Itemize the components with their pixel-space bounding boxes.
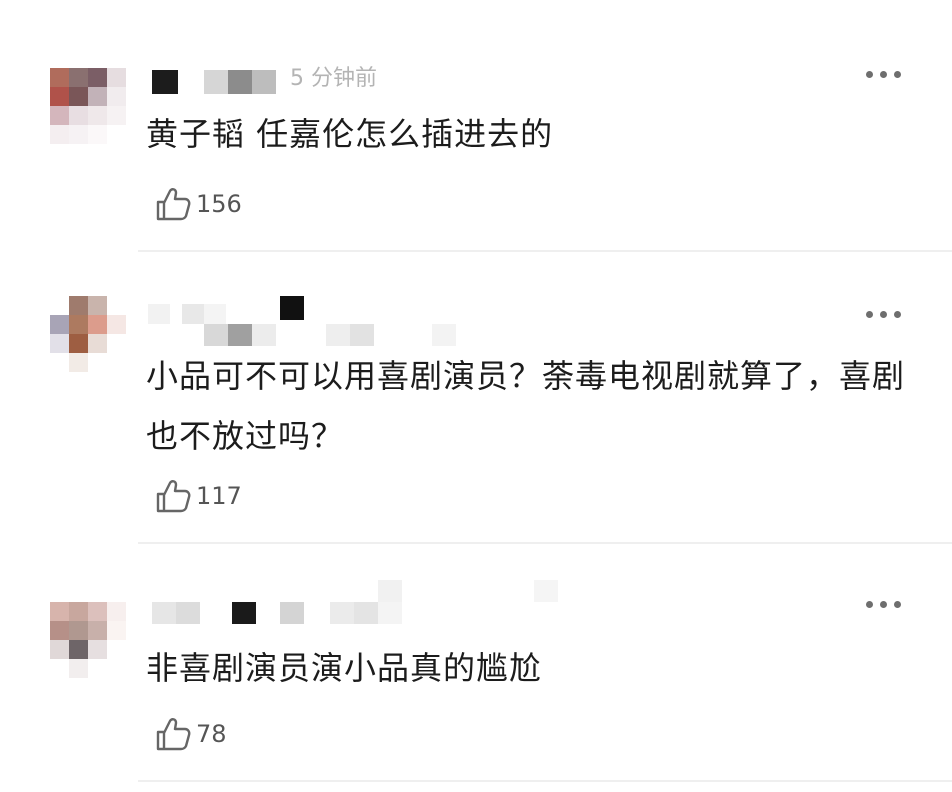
avatar-pixel: [50, 621, 69, 640]
avatar-pixel: [50, 87, 69, 106]
like-button[interactable]: 156: [154, 184, 242, 224]
redacted-block: [378, 602, 402, 624]
avatar-pixel: [69, 87, 88, 106]
redacted-block: [232, 602, 256, 624]
like-button[interactable]: 117: [154, 476, 242, 516]
avatar-pixel: [88, 125, 107, 144]
avatar-pixel: [107, 621, 126, 640]
redacted-block: [350, 324, 374, 346]
redacted-block: [280, 296, 304, 320]
avatar[interactable]: [50, 602, 126, 678]
redacted-block: [152, 602, 176, 624]
redacted-block: [534, 580, 558, 602]
username-redacted[interactable]: [148, 62, 608, 102]
avatar-pixel: [107, 296, 126, 315]
avatar-pixel: [50, 125, 69, 144]
comment-item: 非喜剧演员演小品真的尴尬 78: [0, 544, 952, 792]
avatar-pixel: [69, 315, 88, 334]
avatar-pixel: [88, 68, 107, 87]
thumbs-up-icon: [156, 718, 191, 751]
more-options-icon[interactable]: [864, 598, 904, 610]
avatar-pixel: [107, 602, 126, 621]
comment-time: 5 分钟前: [290, 66, 377, 91]
avatar-pixel: [107, 87, 126, 106]
avatar-pixel: [88, 659, 107, 678]
avatar-pixel: [50, 296, 69, 315]
avatar-pixel: [50, 353, 69, 372]
divider: [138, 780, 952, 782]
redacted-block: [330, 602, 354, 624]
thumbs-up-icon: [156, 188, 191, 221]
avatar-pixel: [88, 334, 107, 353]
avatar-pixel: [107, 659, 126, 678]
redacted-block: [378, 580, 402, 602]
avatar-pixel: [50, 106, 69, 125]
comment-text: 黄子韬 任嘉伦怎么插进去的: [146, 115, 554, 153]
redacted-block: [204, 304, 226, 324]
redacted-block: [228, 70, 252, 94]
like-button[interactable]: 78: [154, 714, 227, 754]
username-redacted[interactable]: [148, 574, 608, 634]
avatar-pixel: [88, 640, 107, 659]
avatar-pixel: [50, 315, 69, 334]
avatar-pixel: [107, 68, 126, 87]
redacted-block: [252, 70, 276, 94]
thumbs-up-icon: [156, 480, 191, 513]
redacted-block: [182, 304, 204, 324]
redacted-block: [252, 324, 276, 346]
comment-text: 小品可不可以用喜剧演员？荼毒电视剧就算了，喜剧也不放过吗？: [146, 357, 906, 455]
avatar[interactable]: [50, 296, 126, 372]
avatar-pixel: [107, 334, 126, 353]
avatar-pixel: [88, 315, 107, 334]
avatar-pixel: [88, 621, 107, 640]
avatar-pixel: [69, 621, 88, 640]
redacted-block: [228, 324, 252, 346]
avatar-pixel: [107, 640, 126, 659]
avatar-pixel: [69, 106, 88, 125]
redacted-block: [176, 602, 200, 624]
avatar-pixel: [88, 602, 107, 621]
avatar-pixel: [88, 106, 107, 125]
redacted-block: [204, 324, 228, 346]
avatar[interactable]: [50, 68, 126, 144]
avatar-pixel: [69, 659, 88, 678]
avatar-pixel: [107, 106, 126, 125]
avatar-pixel: [88, 353, 107, 372]
avatar-pixel: [107, 125, 126, 144]
avatar-pixel: [69, 68, 88, 87]
like-count: 78: [196, 720, 227, 748]
like-count: 117: [196, 482, 242, 510]
avatar-pixel: [88, 296, 107, 315]
avatar-pixel: [107, 315, 126, 334]
avatar-pixel: [69, 296, 88, 315]
avatar-pixel: [50, 659, 69, 678]
redacted-block: [432, 324, 456, 346]
avatar-pixel: [50, 68, 69, 87]
avatar-pixel: [69, 353, 88, 372]
avatar-pixel: [88, 87, 107, 106]
avatar-pixel: [50, 602, 69, 621]
redacted-block: [354, 602, 378, 624]
comment-text: 非喜剧演员演小品真的尴尬: [146, 649, 543, 687]
avatar-pixel: [107, 353, 126, 372]
redacted-block: [280, 602, 304, 624]
username-redacted[interactable]: [148, 292, 608, 352]
redacted-block: [326, 324, 350, 346]
avatar-pixel: [69, 125, 88, 144]
redacted-block: [152, 70, 178, 94]
more-options-icon[interactable]: [864, 68, 904, 80]
avatar-pixel: [69, 640, 88, 659]
avatar-pixel: [69, 602, 88, 621]
redacted-block: [204, 70, 228, 94]
more-options-icon[interactable]: [864, 308, 904, 320]
avatar-pixel: [50, 334, 69, 353]
avatar-pixel: [69, 334, 88, 353]
comment-item: 5 分钟前 黄子韬 任嘉伦怎么插进去的 156: [0, 0, 952, 252]
comment-item: 小品可不可以用喜剧演员？荼毒电视剧就算了，喜剧也不放过吗？ 117: [0, 252, 952, 544]
redacted-block: [148, 304, 170, 324]
avatar-pixel: [50, 640, 69, 659]
like-count: 156: [196, 190, 242, 218]
